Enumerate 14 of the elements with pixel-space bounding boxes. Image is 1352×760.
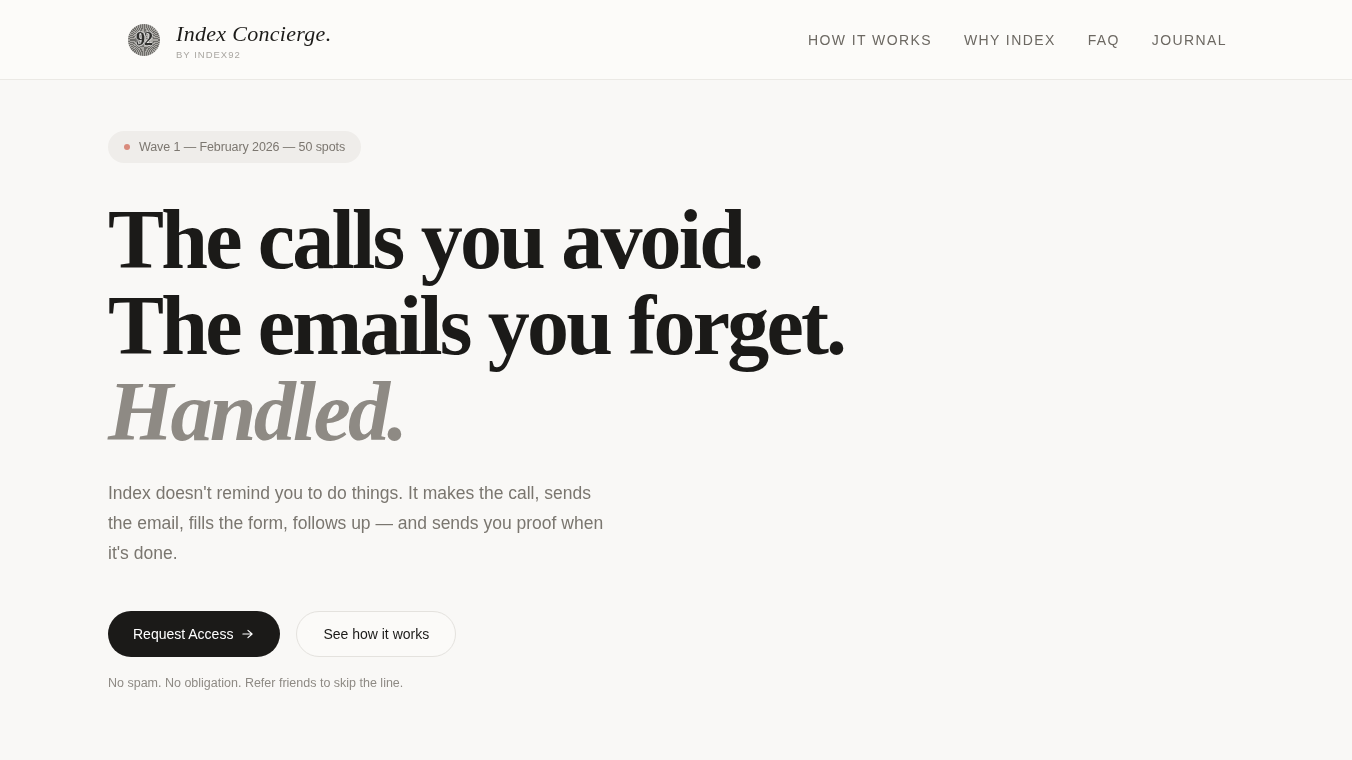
nav-link[interactable]: HOW IT WORKS [808,31,932,48]
announcement-text: Wave 1 — February 2026 — 50 spots [139,140,346,154]
secondary-button[interactable]: See how it works [296,611,457,657]
status-dot-icon [124,144,130,150]
nav-link[interactable]: JOURNAL [1151,31,1227,48]
disclaimer-text: No spam. No obligation. Refer friends to skip the line. [108,676,404,690]
request-access-button[interactable]: Request Access [108,611,281,657]
nav-link[interactable]: WHY INDEX [963,31,1056,48]
arrow-right-icon [242,629,254,639]
headline-accent: Handled. [108,369,406,455]
lede-paragraph: Index doesn't remind you to do things. It makes the call, sends the email, fills the form, follows up — and sends you proof when it's done. [108,482,605,565]
nav-link[interactable]: FAQ [1087,31,1120,48]
brand-byline: BY INDEX92 [176,48,241,60]
brand-name[interactable]: Index Concierge. [176,21,332,46]
